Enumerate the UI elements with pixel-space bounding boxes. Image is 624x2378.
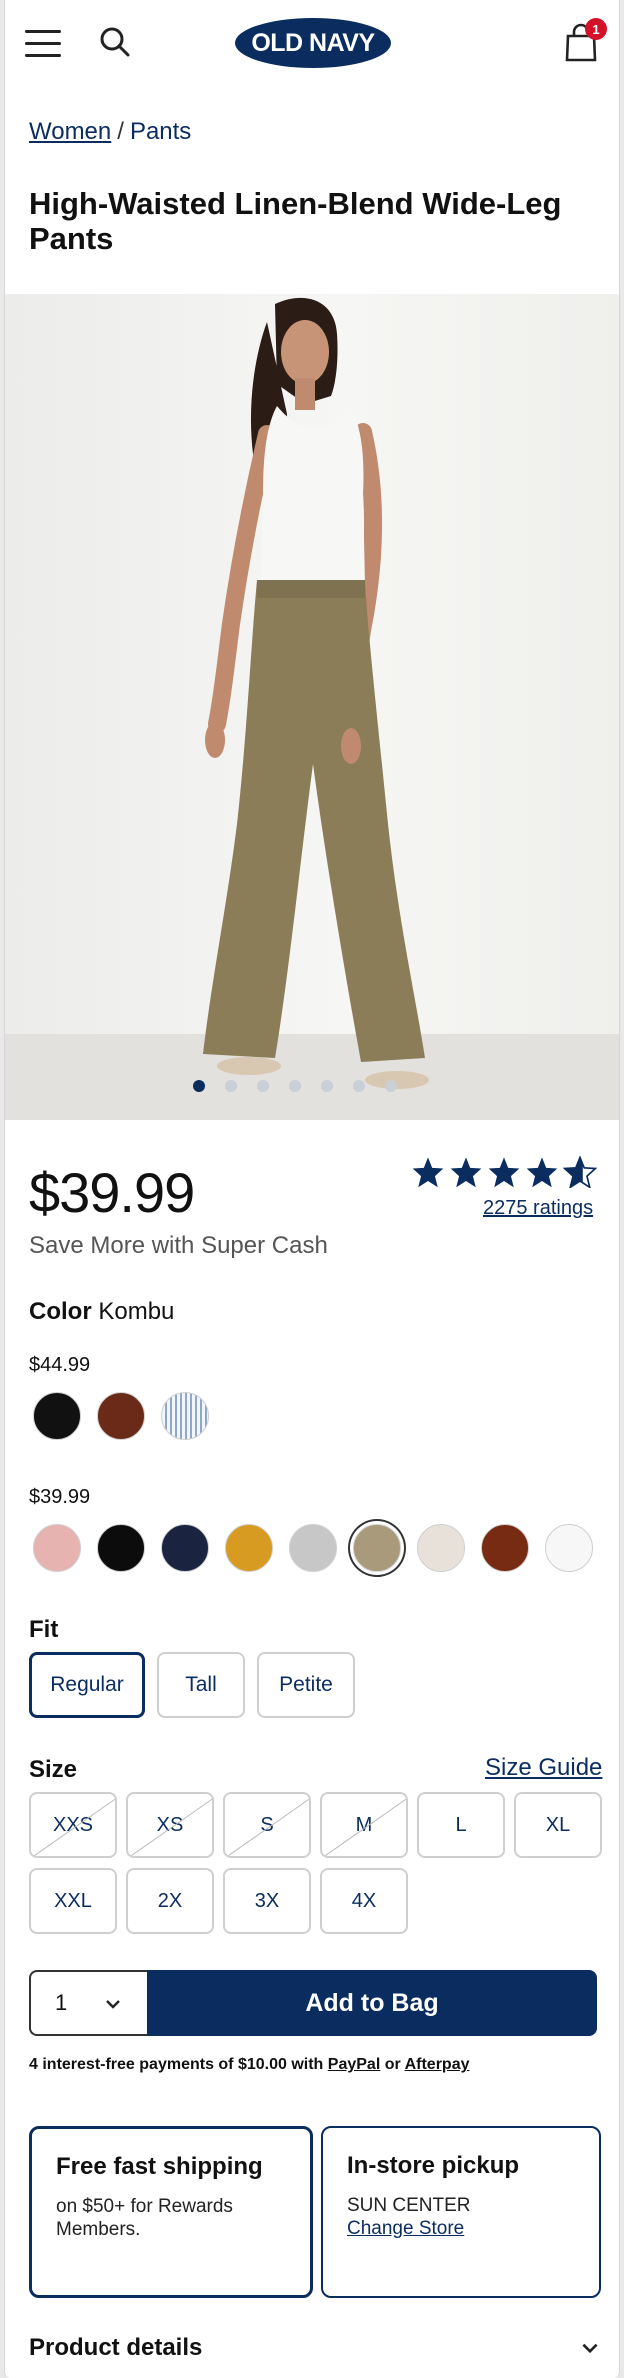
star-icon xyxy=(526,1157,558,1188)
size-option-xxl[interactable]: XXL xyxy=(29,1868,117,1934)
size-option-xs[interactable]: XS xyxy=(126,1792,214,1858)
search-icon[interactable] xyxy=(97,24,137,64)
installments-label: 4 interest-free payments of $10.00 with xyxy=(29,2056,324,2073)
supercash-text: Save More with Super Cash xyxy=(29,1232,328,1259)
quantity-value: 1 xyxy=(55,1990,68,2015)
shipping-description: on $50+ for Rewards Members. xyxy=(56,2196,233,2240)
color-swatch-oatmeal[interactable] xyxy=(417,1524,465,1572)
fit-option-petite[interactable]: Petite xyxy=(257,1652,355,1718)
color-swatch-rust-brown[interactable] xyxy=(97,1392,145,1440)
color-swatch-kombu[interactable] xyxy=(353,1524,401,1572)
pickup-store: SUN CENTER xyxy=(347,2195,471,2216)
carousel-dot[interactable] xyxy=(193,1080,205,1092)
color-label-heading: Color xyxy=(29,1298,92,1325)
carousel-dot[interactable] xyxy=(353,1080,365,1092)
color-swatch-brown[interactable] xyxy=(481,1524,529,1572)
color-swatch-row-2 xyxy=(33,1524,593,1572)
product-page: OLD NAVY 1 Women / Pants High-Waisted Line… xyxy=(4,0,620,2378)
ratings-count-link[interactable]: 2275 ratings xyxy=(483,1197,593,1220)
shopping-bag-icon[interactable]: 1 xyxy=(563,18,607,66)
image-carousel-dots xyxy=(193,1080,397,1092)
breadcrumb-separator: / xyxy=(117,118,124,145)
carousel-dot[interactable] xyxy=(321,1080,333,1092)
size-guide-link[interactable]: Size Guide xyxy=(485,1754,602,1782)
model-illustration xyxy=(203,297,429,1089)
star-icon xyxy=(412,1157,444,1188)
color-swatch-row-1 xyxy=(33,1392,209,1440)
color-tier-price: $44.99 xyxy=(29,1354,91,1376)
carousel-dot[interactable] xyxy=(289,1080,301,1092)
paypal-link[interactable]: PayPal xyxy=(328,2056,380,2073)
carousel-dot[interactable] xyxy=(257,1080,269,1092)
product-price: $39.99 xyxy=(29,1161,195,1224)
star-icon xyxy=(450,1157,482,1188)
shipping-title: Free fast shipping xyxy=(56,2153,263,2180)
half-star-icon xyxy=(563,1156,597,1188)
size-options: XXS XS S M L XL XXL 2X 3X 4X xyxy=(29,1792,602,1934)
size-option-2x[interactable]: 2X xyxy=(126,1868,214,1934)
star-icon xyxy=(488,1157,520,1188)
color-swatch-black[interactable] xyxy=(33,1392,81,1440)
color-swatch-black[interactable] xyxy=(97,1524,145,1572)
product-details-accordion[interactable]: Product details xyxy=(29,2334,601,2362)
fit-option-regular[interactable]: Regular xyxy=(29,1652,145,1718)
breadcrumb: Women / Pants xyxy=(29,118,191,146)
site-header: OLD NAVY 1 xyxy=(5,0,619,88)
size-option-xxs[interactable]: XXS xyxy=(29,1792,117,1858)
pickup-option-card[interactable]: In-store pickup SUN CENTER Change Store xyxy=(321,2126,601,2298)
size-option-3x[interactable]: 3X xyxy=(223,1868,311,1934)
carousel-dot[interactable] xyxy=(385,1080,397,1092)
afterpay-link[interactable]: Afterpay xyxy=(405,2056,470,2073)
bag-count-badge: 1 xyxy=(585,18,607,40)
selected-color-name: Kombu xyxy=(98,1298,175,1325)
product-details-label: Product details xyxy=(29,2334,203,2361)
pickup-title: In-store pickup xyxy=(347,2152,520,2179)
breadcrumb-current[interactable]: Pants xyxy=(130,118,191,145)
color-swatch-heather-gray[interactable] xyxy=(289,1524,337,1572)
installments-or: or xyxy=(384,2056,401,2073)
color-swatch-white[interactable] xyxy=(545,1524,593,1572)
menu-icon[interactable] xyxy=(25,30,61,58)
breadcrumb-women[interactable]: Women xyxy=(29,118,111,145)
color-label: Color Kombu xyxy=(29,1298,174,1326)
shipping-option-card[interactable]: Free fast shipping on $50+ for Rewards M… xyxy=(29,2126,313,2298)
chevron-down-icon xyxy=(106,2000,120,2009)
fit-label: Fit xyxy=(29,1616,59,1643)
chevron-down-icon xyxy=(582,2343,598,2354)
add-to-bag-button[interactable]: Add to Bag xyxy=(147,1970,597,2036)
color-swatch-pink[interactable] xyxy=(33,1524,81,1572)
product-title: High-Waisted Linen-Blend Wide-Leg Pants xyxy=(29,186,562,256)
fit-option-tall[interactable]: Tall xyxy=(157,1652,245,1718)
color-tier-price: $39.99 xyxy=(29,1486,91,1508)
color-swatch-navy[interactable] xyxy=(161,1524,209,1572)
color-swatch-mustard[interactable] xyxy=(225,1524,273,1572)
old-navy-logo[interactable]: OLD NAVY xyxy=(235,18,391,68)
change-store-link[interactable]: Change Store xyxy=(347,2218,464,2239)
carousel-dot[interactable] xyxy=(225,1080,237,1092)
size-label: Size xyxy=(29,1756,78,1783)
size-option-m[interactable]: M xyxy=(320,1792,408,1858)
size-option-xl[interactable]: XL xyxy=(514,1792,602,1858)
size-option-l[interactable]: L xyxy=(417,1792,505,1858)
rating-stars[interactable] xyxy=(411,1156,597,1188)
installments-text: 4 interest-free payments of $10.00 with … xyxy=(29,2056,469,2074)
product-image[interactable] xyxy=(5,294,619,1120)
quantity-select[interactable]: 1 xyxy=(29,1970,147,2036)
size-option-s[interactable]: S xyxy=(223,1792,311,1858)
fit-options: Regular Tall Petite xyxy=(29,1652,355,1718)
color-swatch-blue-stripe[interactable] xyxy=(161,1392,209,1440)
size-option-4x[interactable]: 4X xyxy=(320,1868,408,1934)
